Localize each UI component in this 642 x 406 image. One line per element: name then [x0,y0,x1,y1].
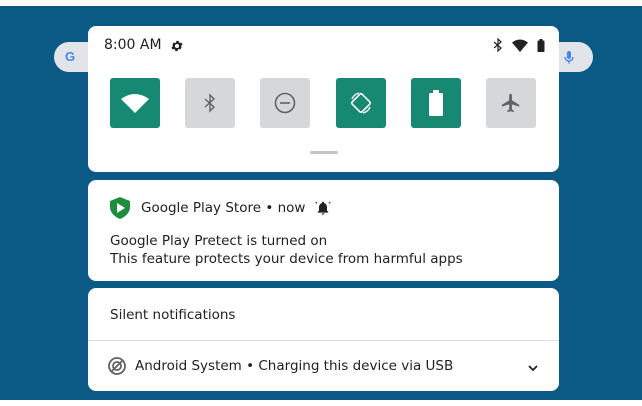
bottom-edge [0,400,642,406]
status-icons [493,38,545,52]
silent-notifications-header: Silent notifications [110,307,236,323]
bluetooth-icon [493,38,502,52]
status-time: 8:00 AM [104,37,162,53]
wifi-icon [121,94,149,113]
tile-wifi[interactable] [110,78,160,128]
android-system-icon [108,357,126,375]
silent-notifications-panel: Silent notifications Android System • Ch… [88,288,559,391]
google-logo-icon: G [64,49,76,64]
notification-play-store[interactable]: Google Play Store • now Google Play Pret… [88,180,559,281]
android-system-text: Android System • Charging this device vi… [135,358,454,374]
airplane-icon [501,93,520,113]
battery-icon [537,38,545,52]
alert-bell-icon [315,201,332,215]
gear-icon[interactable] [170,39,184,53]
android-system-notification[interactable]: Android System • Charging this device vi… [108,357,453,375]
battery-icon [429,90,443,116]
notification-title: Google Play Pretect is turned on [110,233,328,249]
tile-do-not-disturb[interactable] [260,78,310,128]
mic-icon [564,51,574,64]
drag-handle[interactable] [310,151,338,154]
quick-settings-panel: 8:00 AM [88,26,559,172]
notification-app-name: Google Play Store • now [141,200,306,216]
notification-body: This feature protects your device from h… [110,251,463,267]
wifi-icon [512,39,528,52]
play-protect-icon [110,197,130,219]
top-edge [0,0,642,6]
rotate-icon [350,92,372,114]
tile-airplane-mode[interactable] [486,78,536,128]
tile-auto-rotate[interactable] [336,78,386,128]
dnd-icon [274,92,296,114]
divider [88,340,559,341]
chevron-down-icon[interactable] [527,362,539,374]
bluetooth-icon [204,93,216,113]
notification-header: Google Play Store • now [110,197,332,219]
tile-battery-saver[interactable] [411,78,461,128]
tile-bluetooth[interactable] [185,78,235,128]
